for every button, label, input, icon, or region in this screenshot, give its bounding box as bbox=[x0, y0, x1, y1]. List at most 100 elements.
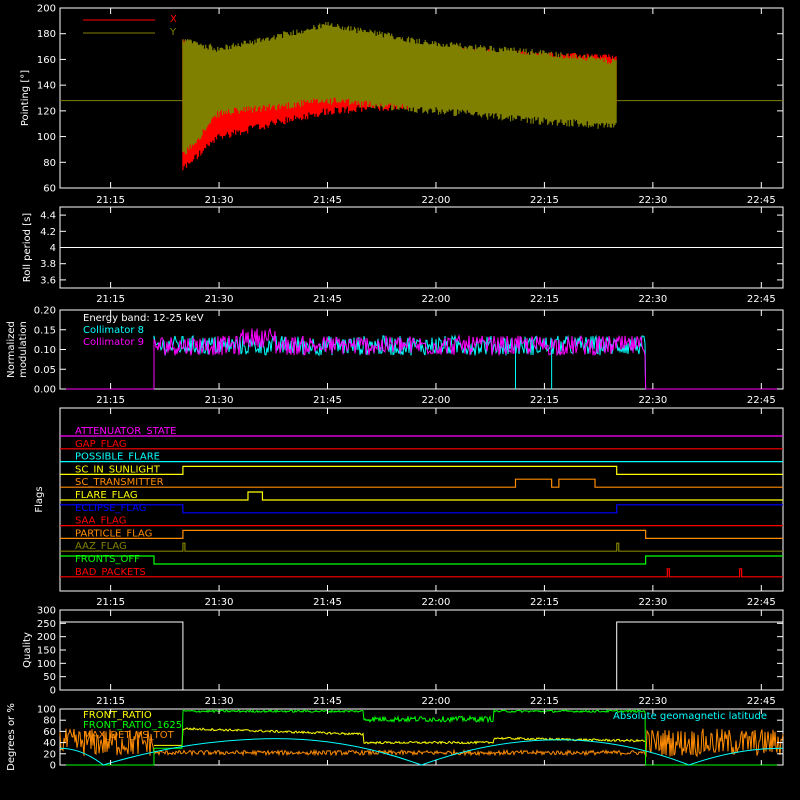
flags-ylabel: Flags bbox=[34, 486, 45, 512]
pointing-xtick-label: 21:45 bbox=[313, 195, 342, 206]
degrees-ytick-label: 20 bbox=[43, 749, 56, 760]
pointing-ytick-label: 100 bbox=[37, 132, 56, 143]
pointing-ytick-label: 60 bbox=[43, 184, 56, 195]
legend-y-label: Y bbox=[169, 27, 177, 38]
legend-collimator8: Collimator 8 bbox=[83, 325, 144, 336]
modulation-xtick-label: 22:15 bbox=[530, 395, 559, 406]
roll-xtick-label: 22:00 bbox=[422, 294, 451, 305]
degrees-ytick-label: 100 bbox=[37, 705, 56, 716]
roll-ytick-label: 4 bbox=[50, 243, 56, 254]
flag-label-attenuator-state: ATTENUATOR_STATE bbox=[75, 426, 176, 437]
modulation-xtick-label: 22:45 bbox=[747, 395, 776, 406]
roll-xtick-label: 21:30 bbox=[205, 294, 234, 305]
degrees-ytick-label: 60 bbox=[43, 727, 56, 738]
flag-line-bad-packets bbox=[60, 568, 783, 578]
pointing-xtick-label: 22:00 bbox=[422, 195, 451, 206]
quality-ytick-label: 250 bbox=[37, 619, 56, 630]
flag-label-possible-flare: POSSIBLE_FLARE bbox=[75, 452, 160, 463]
modulation-xtick-label: 22:00 bbox=[422, 395, 451, 406]
roll-xtick-label: 21:45 bbox=[313, 294, 342, 305]
degrees-series-front-ratio bbox=[154, 727, 646, 746]
pointing-xtick-label: 21:30 bbox=[205, 195, 234, 206]
modulation-xtick-label: 21:45 bbox=[313, 395, 342, 406]
flags-xtick-label: 22:30 bbox=[638, 597, 667, 608]
flag-line-aaz-flag bbox=[60, 542, 783, 552]
modulation-xtick-label: 21:30 bbox=[205, 395, 234, 406]
quality-series-line bbox=[60, 621, 783, 691]
flags-xtick-label: 22:00 bbox=[422, 597, 451, 608]
pointing-ytick-label: 200 bbox=[37, 4, 56, 15]
chart-canvas: 608010012014016018020021:15 21:30 21:45 22:… bbox=[6, 4, 784, 772]
pointing-xtick-label: 21:15 bbox=[96, 195, 125, 206]
quality-ytick-label: 0 bbox=[50, 686, 56, 697]
quality-xtick-label: 22:45 bbox=[747, 696, 776, 707]
quality-xtick-label: 21:15 bbox=[96, 696, 125, 707]
energy-band-label: Energy band: 12-25 keV bbox=[83, 313, 204, 324]
flag-line-sc-in-sunlight bbox=[60, 465, 783, 475]
legend-geomag-latitude: Absolute geomagnetic latitude bbox=[613, 711, 767, 722]
degrees-ytick-label: 40 bbox=[43, 738, 56, 749]
modulation-ytick-label: 0.15 bbox=[34, 325, 56, 336]
flag-label-particle-flag: PARTICLE_FLAG bbox=[75, 528, 152, 539]
pointing-series-y bbox=[182, 22, 617, 155]
modulation-xtick-label: 22:30 bbox=[638, 395, 667, 406]
quality-ytick-label: 200 bbox=[37, 632, 56, 643]
roll-ytick-label: 3.8 bbox=[40, 259, 56, 270]
flag-line-eclipse-flag bbox=[60, 504, 783, 514]
modulation-ytick-label: 0.05 bbox=[34, 365, 56, 376]
flags-xtick-label: 22:45 bbox=[747, 597, 776, 608]
quality-xtick-label: 21:30 bbox=[205, 696, 234, 707]
flag-label-flare-flag: FLARE_FLAG bbox=[75, 490, 138, 501]
roll-xtick-label: 22:30 bbox=[638, 294, 667, 305]
pointing-ytick-label: 180 bbox=[37, 29, 56, 40]
quality-ylabel: Quality bbox=[22, 632, 33, 668]
flags-xtick-label: 22:15 bbox=[530, 597, 559, 608]
flag-label-sc-in-sunlight: SC_IN_SUNLIGHT bbox=[75, 464, 161, 475]
flag-line-fronts-off bbox=[60, 555, 783, 565]
legend-x-label: X bbox=[170, 14, 177, 25]
quality-ytick-label: 100 bbox=[37, 659, 56, 670]
quality-ytick-label: 150 bbox=[37, 646, 56, 657]
flags-xtick-label: 21:15 bbox=[96, 597, 125, 608]
roll-xtick-label: 22:45 bbox=[747, 294, 776, 305]
flag-label-gap-flag: GAP_FLAG bbox=[75, 439, 127, 450]
modulation-ytick-label: 0.20 bbox=[34, 306, 56, 317]
legend-max-det-vs-tot: MAX_DET_VS_TOT bbox=[83, 730, 175, 741]
flags-xtick-label: 21:30 bbox=[205, 597, 234, 608]
degrees-ytick-label: 80 bbox=[43, 716, 56, 727]
quality-xtick-label: 22:00 bbox=[422, 696, 451, 707]
flag-line-flare-flag bbox=[60, 491, 783, 501]
pointing-ytick-label: 140 bbox=[37, 81, 56, 92]
flag-line-particle-flag bbox=[60, 529, 783, 539]
modulation-ytick-label: 0.10 bbox=[34, 345, 56, 356]
pointing-ytick-label: 80 bbox=[43, 158, 56, 169]
flag-label-aaz-flag: AAZ_FLAG bbox=[75, 541, 127, 552]
modulation-ylabel-1: Normalized bbox=[6, 321, 17, 378]
roll-ytick-label: 3.6 bbox=[40, 275, 56, 286]
legend-collimator9: Collimator 9 bbox=[83, 337, 144, 348]
roll-ylabel: Roll period [s] bbox=[22, 213, 33, 282]
quality-xtick-label: 21:45 bbox=[313, 696, 342, 707]
flag-label-sc-transmitter: SC_TRANSMITTER bbox=[75, 477, 164, 488]
quality-xtick-label: 22:30 bbox=[638, 696, 667, 707]
pointing-ylabel: Pointing [°] bbox=[20, 70, 31, 126]
quality-ytick-label: 300 bbox=[37, 606, 56, 617]
pointing-ytick-label: 120 bbox=[37, 106, 56, 117]
flag-line-sc-transmitter bbox=[60, 478, 783, 488]
roll-ytick-label: 4.2 bbox=[40, 227, 56, 238]
quality-xtick-label: 22:15 bbox=[530, 696, 559, 707]
pointing-xtick-label: 22:45 bbox=[747, 195, 776, 206]
roll-xtick-label: 21:15 bbox=[96, 294, 125, 305]
degrees-ylabel: Degrees or % bbox=[6, 703, 17, 771]
flag-label-saa-flag: SAA_FLAG bbox=[75, 516, 126, 527]
pointing-ytick-label: 160 bbox=[37, 55, 56, 66]
roll-xtick-label: 22:15 bbox=[530, 294, 559, 305]
pointing-xtick-label: 22:30 bbox=[638, 195, 667, 206]
flag-label-bad-packets: BAD_PACKETS bbox=[75, 567, 146, 578]
modulation-ytick-label: 0.00 bbox=[34, 385, 56, 396]
degrees-ytick-label: 0 bbox=[50, 761, 56, 772]
modulation-xtick-label: 21:15 bbox=[96, 395, 125, 406]
flags-xtick-label: 21:45 bbox=[313, 597, 342, 608]
pointing-xtick-label: 22:15 bbox=[530, 195, 559, 206]
modulation-ylabel-2: modulation bbox=[18, 321, 29, 378]
